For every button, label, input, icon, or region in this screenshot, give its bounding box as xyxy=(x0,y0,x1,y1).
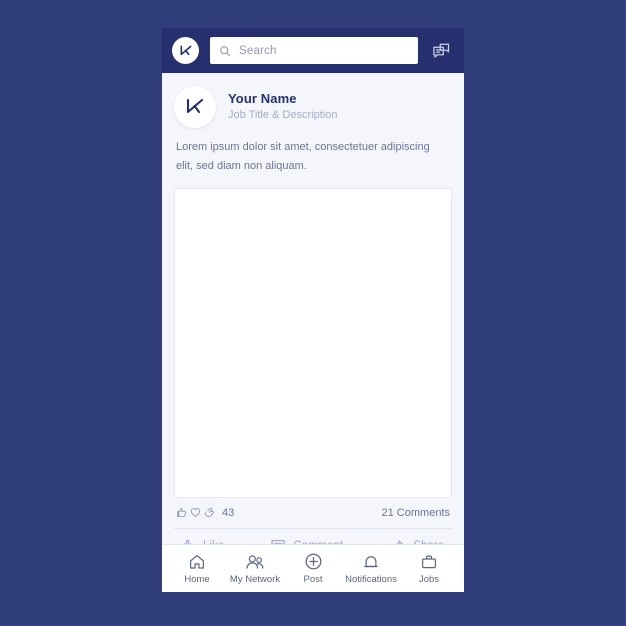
reactions-group[interactable]: 43 xyxy=(176,507,234,519)
brand-logo-icon[interactable] xyxy=(172,37,199,64)
search-placeholder-text: Search xyxy=(239,44,277,57)
mobile-app-frame: Search Your Name Job Title & Description xyxy=(162,28,464,592)
avatar[interactable] xyxy=(174,86,216,128)
post-author-row[interactable]: Your Name Job Title & Description xyxy=(174,73,452,137)
nav-item-home[interactable]: Home xyxy=(168,553,226,585)
nav-item-post[interactable]: Post xyxy=(284,552,342,585)
comments-count[interactable]: 21 Comments xyxy=(382,507,450,519)
thumbs-up-icon xyxy=(177,508,187,518)
plus-circle-icon xyxy=(305,553,321,570)
app-header: Search xyxy=(162,28,464,73)
nav-label-post: Post xyxy=(303,574,323,585)
bottom-navigation: Home My Network Post Notifications Jobs xyxy=(162,544,464,592)
author-name: Your Name xyxy=(228,90,297,106)
post-body-text: Lorem ipsum dolor sit amet, consectetuer… xyxy=(176,141,430,173)
nav-label-notifications: Notifications xyxy=(345,573,397,585)
author-title: Job Title & Description xyxy=(228,109,338,122)
nav-label-my-network: My Network xyxy=(229,573,281,585)
search-icon xyxy=(220,45,231,56)
author-text-block: Your Name Job Title & Description xyxy=(228,91,337,123)
bell-icon xyxy=(364,555,378,567)
nav-item-jobs[interactable]: Jobs xyxy=(400,553,458,585)
post-card: Your Name Job Title & Description Lorem … xyxy=(162,73,464,566)
heart-icon xyxy=(190,508,201,517)
nav-label-jobs: Jobs xyxy=(418,573,440,585)
home-icon xyxy=(190,554,204,569)
nav-item-notifications[interactable]: Notifications xyxy=(342,553,400,585)
messages-icon[interactable] xyxy=(430,40,452,62)
search-input[interactable]: Search xyxy=(210,37,418,64)
post-image-placeholder[interactable] xyxy=(174,187,452,498)
nav-item-my-network[interactable]: My Network xyxy=(226,553,284,585)
reaction-count: 43 xyxy=(222,506,235,519)
people-icon xyxy=(246,554,264,569)
nav-label-home: Home xyxy=(184,573,210,585)
briefcase-icon xyxy=(422,555,436,568)
clap-icon xyxy=(204,507,214,518)
post-stats-row: 43 21 Comments xyxy=(174,498,452,529)
